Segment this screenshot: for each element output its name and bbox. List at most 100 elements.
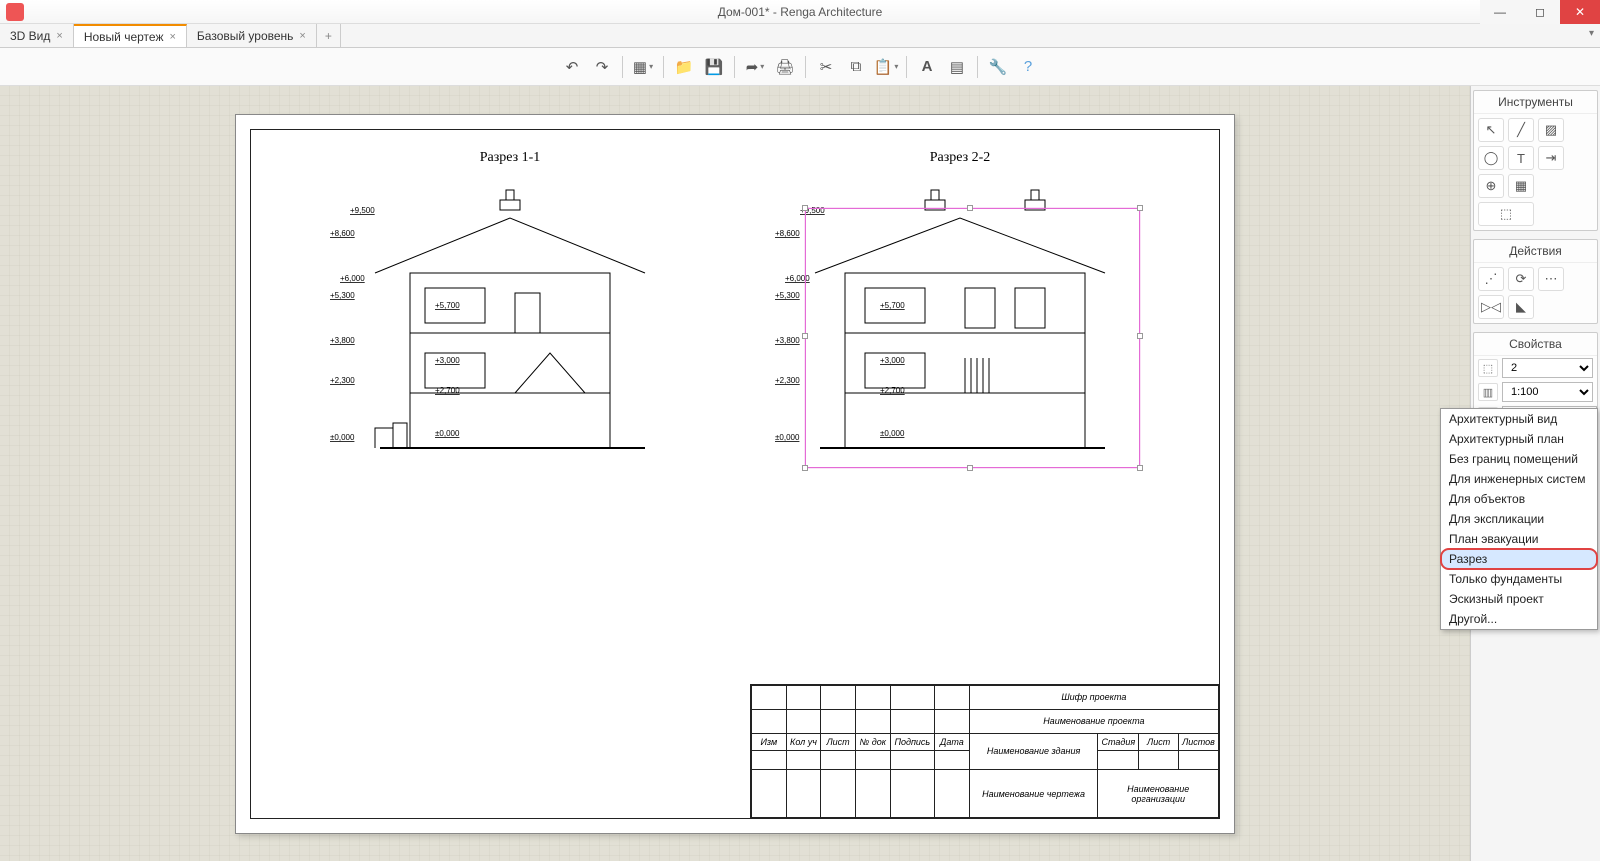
dropdown-option[interactable]: Только фундаменты: [1441, 569, 1597, 589]
dropdown-option[interactable]: Другой...: [1441, 609, 1597, 629]
close-button[interactable]: ✕: [1560, 0, 1600, 24]
panel-actions: Действия ⋰ ⟳ ⋯ ▷◁ ◣: [1473, 239, 1598, 324]
svg-text:+2,300: +2,300: [775, 376, 800, 385]
view-id-icon: ⬚: [1478, 359, 1498, 377]
dimension-tool-icon[interactable]: ⇥: [1538, 146, 1564, 170]
svg-text:+3,800: +3,800: [330, 336, 355, 345]
view-id-select[interactable]: 2: [1502, 358, 1593, 378]
sheets: Листов: [1178, 733, 1218, 750]
tab-new-drawing[interactable]: Новый чертеж ×: [74, 24, 187, 47]
svg-text:+3,800: +3,800: [775, 336, 800, 345]
svg-text:+5,300: +5,300: [330, 291, 355, 300]
section-1-drawing: +9,500 +8,600 +6,000 +5,300 +5,700 +3,80…: [315, 178, 705, 498]
axis-tool-icon[interactable]: ⊕: [1478, 174, 1504, 198]
sheet-no: Лист: [1139, 733, 1179, 750]
rotate-icon[interactable]: ⟳: [1508, 267, 1534, 291]
redo-button[interactable]: ↷: [588, 54, 616, 80]
table-tool-icon[interactable]: ▦: [1508, 174, 1534, 198]
tab-add[interactable]: +: [317, 24, 341, 47]
paste-button[interactable]: 📋▾: [872, 54, 900, 80]
tabs-menu-icon[interactable]: ▾: [1589, 28, 1594, 39]
canvas[interactable]: Разрез 1-1: [0, 86, 1470, 861]
project-code: Шифр проекта: [969, 686, 1218, 710]
dropdown-option[interactable]: Архитектурный план: [1441, 429, 1597, 449]
tab-base-level[interactable]: Базовый уровень ×: [187, 24, 317, 47]
dropdown-option[interactable]: Архитектурный вид: [1441, 409, 1597, 429]
dropdown-option[interactable]: Для инженерных систем: [1441, 469, 1597, 489]
window-controls: — ◻ ✕: [1480, 0, 1600, 24]
col-date: Дата: [935, 733, 970, 750]
dropdown-option[interactable]: Эскизный проект: [1441, 589, 1597, 609]
toolbar: ↶ ↷ ▦▾ 📁 💾 ➦▾ 🖨 ✂ ⧉ 📋▾ A ▤ 🔧 ?: [0, 48, 1600, 86]
svg-text:+2,300: +2,300: [330, 376, 355, 385]
export-button[interactable]: ➦▾: [741, 54, 769, 80]
view-button[interactable]: ▦▾: [629, 54, 657, 80]
trim-icon[interactable]: ◣: [1508, 295, 1534, 319]
text-style-button[interactable]: A: [913, 54, 941, 80]
col-kol: Кол уч: [786, 733, 821, 750]
scale-select[interactable]: 1:100: [1502, 382, 1593, 402]
type-dropdown[interactable]: Архитектурный видАрхитектурный планБез г…: [1440, 408, 1598, 630]
view-tool-icon[interactable]: ⬚: [1478, 202, 1534, 226]
dropdown-option[interactable]: Разрез: [1441, 549, 1597, 569]
close-icon[interactable]: ×: [169, 31, 175, 43]
dropdown-option[interactable]: Для экспликации: [1441, 509, 1597, 529]
cut-button[interactable]: ✂: [812, 54, 840, 80]
section-1[interactable]: Разрез 1-1: [315, 150, 705, 498]
layers-button[interactable]: ▤: [943, 54, 971, 80]
tab-label: Базовый уровень: [197, 29, 294, 43]
sheet: Разрез 1-1: [235, 114, 1235, 834]
svg-text:+5,700: +5,700: [880, 301, 905, 310]
panel-tools: Инструменты ↖ ╱ ▨ ◯ T ⇥ ⊕ ▦ ⬚: [1473, 90, 1598, 231]
text-tool-icon[interactable]: T: [1508, 146, 1534, 170]
close-icon[interactable]: ×: [56, 30, 62, 42]
svg-text:±0,000: ±0,000: [330, 433, 355, 442]
svg-text:±0,000: ±0,000: [880, 429, 905, 438]
svg-text:+8,600: +8,600: [775, 229, 800, 238]
scale-icon[interactable]: ⋯: [1538, 267, 1564, 291]
mirror-icon[interactable]: ▷◁: [1478, 295, 1504, 319]
tab-bar: 3D Вид × Новый чертеж × Базовый уровень × +…: [0, 24, 1600, 48]
line-tool-icon[interactable]: ╱: [1508, 118, 1534, 142]
main-area: Разрез 1-1: [0, 86, 1600, 861]
shape-tool-icon[interactable]: ◯: [1478, 146, 1504, 170]
hatch-tool-icon[interactable]: ▨: [1538, 118, 1564, 142]
minimize-button[interactable]: —: [1480, 0, 1520, 24]
dropdown-option[interactable]: Для объектов: [1441, 489, 1597, 509]
panel-tools-title: Инструменты: [1474, 91, 1597, 114]
svg-text:+9,500: +9,500: [350, 206, 375, 215]
close-icon[interactable]: ×: [299, 30, 305, 42]
svg-text:+8,600: +8,600: [330, 229, 355, 238]
settings-button[interactable]: 🔧: [984, 54, 1012, 80]
copy-button[interactable]: ⧉: [842, 54, 870, 80]
panel-actions-title: Действия: [1474, 240, 1597, 263]
dropdown-option[interactable]: План эвакуации: [1441, 529, 1597, 549]
section-2-title: Разрез 2-2: [765, 150, 1155, 166]
save-button[interactable]: 💾: [700, 54, 728, 80]
svg-text:+6,000: +6,000: [785, 274, 810, 283]
svg-text:+3,000: +3,000: [435, 356, 460, 365]
undo-button[interactable]: ↶: [558, 54, 586, 80]
section-2-drawing: +9,500 +8,600 +6,000 +5,300 +5,700 +3,80…: [765, 178, 1155, 498]
select-tool-icon[interactable]: ↖: [1478, 118, 1504, 142]
help-button[interactable]: ?: [1014, 54, 1042, 80]
stage: Стадия: [1098, 733, 1139, 750]
prop-view-id: ⬚ 2: [1474, 356, 1597, 380]
print-button[interactable]: 🖨: [771, 54, 799, 80]
svg-text:+2,700: +2,700: [435, 386, 460, 395]
building-name: Наименование здания: [969, 733, 1098, 770]
maximize-button[interactable]: ◻: [1520, 0, 1560, 24]
svg-text:+3,000: +3,000: [880, 356, 905, 365]
dropdown-option[interactable]: Без границ помещений: [1441, 449, 1597, 469]
tab-label: 3D Вид: [10, 29, 50, 43]
title-block: Шифр проекта Наименование проекта Изм Ко…: [750, 684, 1220, 819]
tab-3d-view[interactable]: 3D Вид ×: [0, 24, 74, 47]
svg-text:+5,700: +5,700: [435, 301, 460, 310]
section-2[interactable]: Разрез 2-2: [765, 150, 1155, 498]
project-name: Наименование проекта: [969, 709, 1218, 733]
open-button[interactable]: 📁: [670, 54, 698, 80]
svg-text:±0,000: ±0,000: [435, 429, 460, 438]
prop-scale: ▥ 1:100: [1474, 380, 1597, 404]
move-pts-icon[interactable]: ⋰: [1478, 267, 1504, 291]
tab-label: Новый чертеж: [84, 30, 164, 44]
